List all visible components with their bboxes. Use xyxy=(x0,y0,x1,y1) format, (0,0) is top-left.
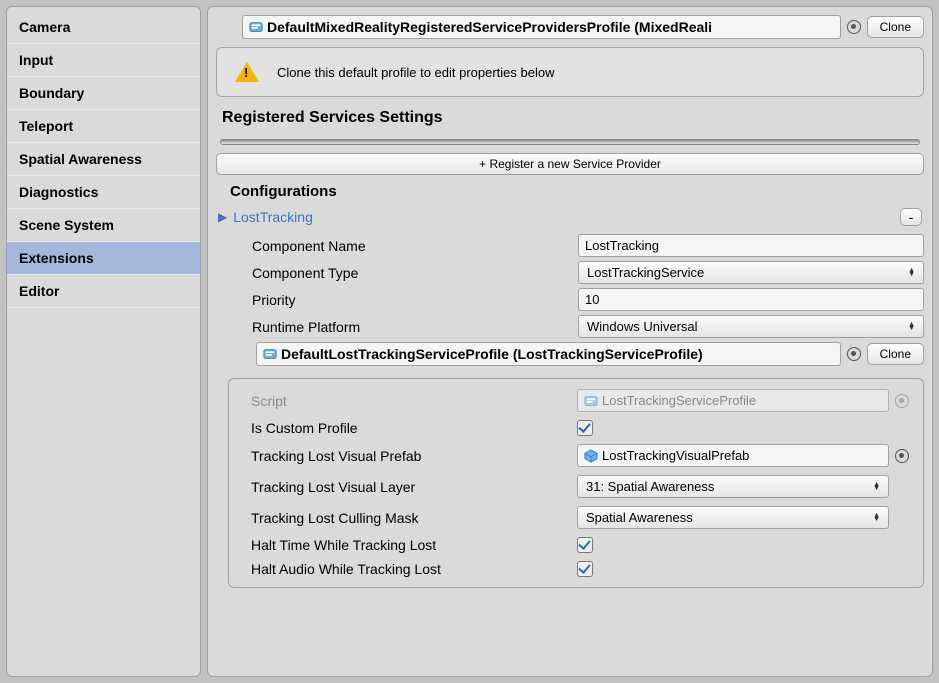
sidebar-item-spatial-awareness[interactable]: Spatial Awareness xyxy=(7,143,200,176)
halt-time-checkbox[interactable] xyxy=(577,537,593,553)
dropdown-arrows-icon: ▲▼ xyxy=(908,323,915,331)
sidebar-item-input[interactable]: Input xyxy=(7,44,200,77)
warning-text: Clone this default profile to edit prope… xyxy=(277,65,555,80)
profile-header-row: DefaultMixedRealityRegisteredServiceProv… xyxy=(216,15,924,39)
dropdown-arrows-icon: ▲▼ xyxy=(908,269,915,277)
tracking-lost-mask-label: Tracking Lost Culling Mask xyxy=(251,510,571,526)
runtime-platform-dropdown[interactable]: Windows Universal ▲▼ xyxy=(578,315,924,338)
dropdown-arrows-icon: ▲▼ xyxy=(873,483,880,491)
dropdown-arrows-icon: ▲▼ xyxy=(873,514,880,522)
runtime-platform-label: Runtime Platform xyxy=(252,319,572,335)
section-title: Registered Services Settings xyxy=(216,105,924,131)
object-picker-icon xyxy=(895,394,909,408)
priority-input[interactable] xyxy=(578,288,924,311)
component-type-dropdown[interactable]: LostTrackingService ▲▼ xyxy=(578,261,924,284)
profile-object-field[interactable]: DefaultMixedRealityRegisteredServiceProv… xyxy=(242,15,841,39)
main-panel: DefaultMixedRealityRegisteredServiceProv… xyxy=(207,6,933,677)
component-type-label: Component Type xyxy=(252,265,572,281)
tracking-lost-layer-label: Tracking Lost Visual Layer xyxy=(251,479,571,495)
sidebar-item-diagnostics[interactable]: Diagnostics xyxy=(7,176,200,209)
sidebar-item-teleport[interactable]: Teleport xyxy=(7,110,200,143)
configurations-heading: Configurations xyxy=(216,183,924,200)
is-custom-profile-label: Is Custom Profile xyxy=(251,420,571,436)
prefab-icon xyxy=(584,449,598,463)
sidebar-item-extensions[interactable]: Extensions xyxy=(7,242,200,275)
sidebar: Camera Input Boundary Teleport Spatial A… xyxy=(6,6,201,677)
divider xyxy=(220,139,920,145)
object-picker-icon[interactable] xyxy=(847,20,861,34)
halt-time-label: Halt Time While Tracking Lost xyxy=(251,537,571,553)
halt-audio-checkbox[interactable] xyxy=(577,561,593,577)
sub-clone-button[interactable]: Clone xyxy=(867,343,924,365)
register-service-button[interactable]: + Register a new Service Provider xyxy=(216,153,924,175)
sub-profile-name-text: DefaultLostTrackingServiceProfile (LostT… xyxy=(281,346,703,362)
sub-profile-panel: Script LostTrackingServiceProfile Is Cus… xyxy=(228,378,924,588)
scriptable-object-icon xyxy=(584,394,598,408)
warning-box: Clone this default profile to edit prope… xyxy=(216,47,924,97)
halt-audio-label: Halt Audio While Tracking Lost xyxy=(251,561,571,577)
profile-name-text: DefaultMixedRealityRegisteredServiceProv… xyxy=(267,19,712,35)
sidebar-item-editor[interactable]: Editor xyxy=(7,275,200,308)
sidebar-item-boundary[interactable]: Boundary xyxy=(7,77,200,110)
script-field: LostTrackingServiceProfile xyxy=(577,389,889,412)
foldout-arrow-icon[interactable]: ▶ xyxy=(218,210,227,224)
script-label: Script xyxy=(251,393,571,409)
object-picker-icon[interactable] xyxy=(895,449,909,463)
tracking-lost-prefab-field[interactable]: LostTrackingVisualPrefab xyxy=(577,444,889,467)
priority-label: Priority xyxy=(252,292,572,308)
sidebar-item-camera[interactable]: Camera xyxy=(7,11,200,44)
foldout-header: ▶ LostTracking - xyxy=(216,208,924,226)
tracking-lost-layer-dropdown[interactable]: 31: Spatial Awareness ▲▼ xyxy=(577,475,889,498)
sub-profile-object-field[interactable]: DefaultLostTrackingServiceProfile (LostT… xyxy=(256,342,841,366)
tracking-lost-prefab-label: Tracking Lost Visual Prefab xyxy=(251,448,571,464)
clone-button[interactable]: Clone xyxy=(867,16,924,38)
component-name-input[interactable] xyxy=(578,234,924,257)
scriptable-object-icon xyxy=(263,347,277,361)
foldout-title[interactable]: LostTracking xyxy=(233,209,313,225)
object-picker-icon[interactable] xyxy=(847,347,861,361)
sidebar-item-scene-system[interactable]: Scene System xyxy=(7,209,200,242)
is-custom-profile-checkbox[interactable] xyxy=(577,420,593,436)
warning-icon xyxy=(235,62,259,82)
tracking-lost-mask-dropdown[interactable]: Spatial Awareness ▲▼ xyxy=(577,506,889,529)
component-name-label: Component Name xyxy=(252,238,572,254)
remove-service-button[interactable]: - xyxy=(900,208,922,226)
scriptable-object-icon xyxy=(249,20,263,34)
